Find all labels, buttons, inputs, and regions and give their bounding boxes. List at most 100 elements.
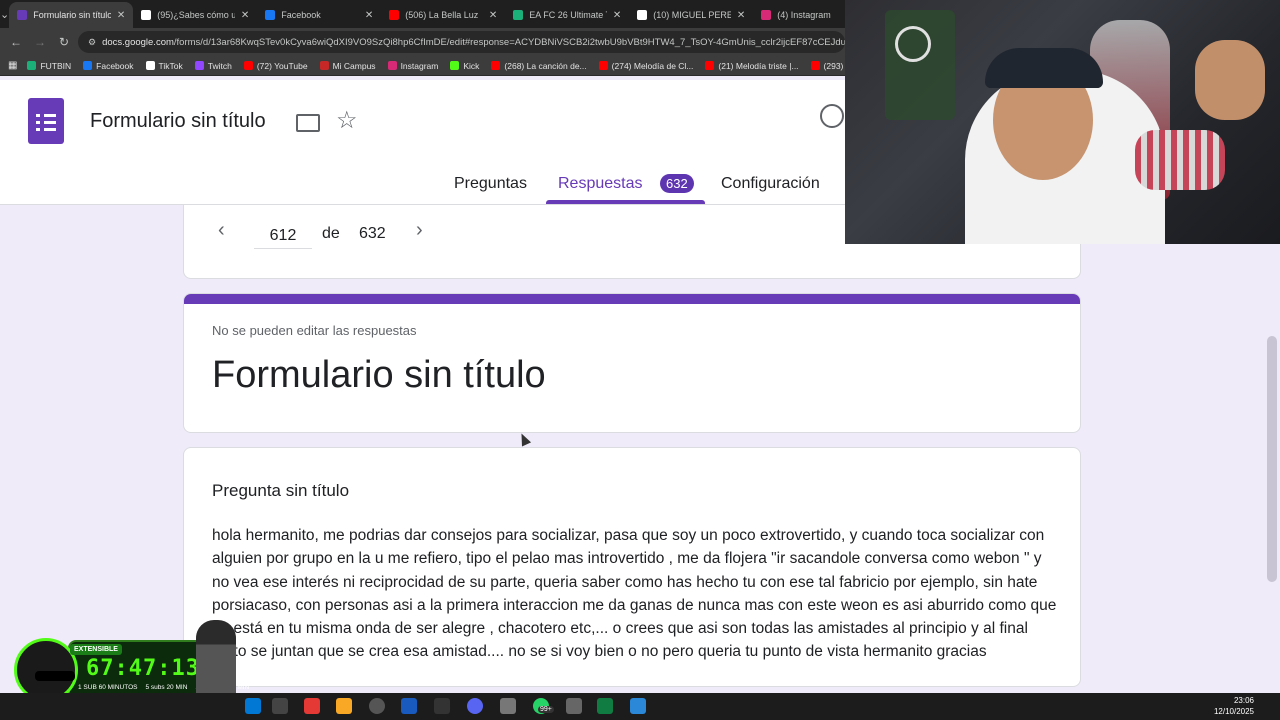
tab-title: Formulario sin título (33, 10, 111, 20)
forms-header: Formulario sin título ☆ Preguntas Respue… (0, 80, 845, 205)
bookmark-favicon-icon (319, 61, 329, 70)
taskbar-clock[interactable]: 23:06 12/10/2025 (1214, 695, 1254, 717)
bookmark-label: Kick (463, 60, 480, 71)
browser-tab-strip: ⌄ Formulario sin título ✕ (95)¿Sabes cómo … (0, 0, 869, 28)
form-title[interactable]: Formulario sin título (90, 110, 266, 133)
tab-responses[interactable]: Respuestas (558, 175, 643, 193)
windows-taskbar: 99+ 23:06 12/10/2025 (0, 693, 1280, 720)
tab-search-icon[interactable]: ⌄ (0, 0, 9, 28)
url-path: /forms/d/13ar68KwqSTev0kCyva6wiQdXI9VO9S… (173, 36, 845, 48)
browser-tab[interactable]: (10) MIGUEL PEREZ ✕ (629, 2, 753, 28)
bookmarks-bar: ▦ FUTBIN Facebook TikTok Twitch (72) YouTube… (0, 56, 845, 76)
discord-icon[interactable] (467, 698, 483, 714)
bookmark-favicon-icon (83, 61, 93, 70)
file-explorer-icon[interactable] (336, 698, 352, 714)
close-tab-icon[interactable]: ✕ (613, 10, 621, 21)
bookmark-label: Mi Campus (332, 60, 376, 71)
bookmark-label: (293) Drag (823, 60, 845, 71)
bookmark-item[interactable]: Mi Campus (319, 60, 376, 71)
tab-favicon-icon (141, 10, 152, 20)
close-tab-icon[interactable]: ✕ (241, 10, 249, 21)
page-scrollbar[interactable] (1267, 336, 1277, 582)
bookmark-favicon-icon (243, 61, 253, 70)
tool-icon[interactable] (500, 698, 516, 714)
star-icon[interactable]: ☆ (336, 106, 358, 135)
previous-response-icon[interactable]: ‹ (218, 219, 225, 242)
bookmark-item[interactable]: (274) Melodía de Cl... (598, 61, 693, 71)
bookmark-favicon-icon (387, 61, 397, 70)
browser-tab[interactable]: Formulario sin título ✕ (9, 2, 134, 28)
tab-questions[interactable]: Preguntas (454, 175, 527, 193)
bookmark-label: TikTok (158, 60, 183, 71)
calculator-icon[interactable] (566, 698, 582, 714)
browser-tab[interactable]: Facebook ✕ (257, 2, 381, 28)
clock-date: 12/10/2025 (1213, 707, 1254, 716)
browser-tab[interactable]: (95)¿Sabes cómo usa ✕ (133, 2, 257, 28)
bookmark-item[interactable]: (268) La canción de... (491, 60, 587, 71)
webcam-overlay (845, 0, 1280, 244)
close-tab-icon[interactable]: ✕ (365, 10, 373, 21)
bookmark-item[interactable]: FUTBIN (27, 61, 71, 71)
bookmarks-list: FUTBIN Facebook TikTok Twitch (72) YouTube Mi… (27, 61, 845, 71)
obs-icon[interactable] (369, 698, 385, 714)
active-tab-indicator (546, 200, 705, 204)
bookmark-label: FUTBIN (40, 60, 72, 71)
app-icon[interactable] (272, 698, 288, 714)
question-card: Pregunta sin título hola hermanito, me p… (183, 447, 1081, 687)
question-answer: hola hermanito, me podrias dar consejos … (212, 527, 1057, 661)
bookmark-item[interactable]: (72) YouTube (243, 60, 308, 71)
response-number-input[interactable] (254, 223, 312, 249)
close-tab-icon[interactable]: ✕ (489, 10, 497, 21)
outlook-icon[interactable] (245, 698, 261, 714)
bookmark-item[interactable]: Twitch (194, 61, 232, 71)
word-icon[interactable] (401, 698, 417, 714)
site-info-icon[interactable]: ⚙ (88, 37, 96, 48)
streamer-cap (985, 48, 1103, 88)
browser-tab[interactable]: EA FC 26 Ultimate Te ✕ (505, 2, 629, 28)
bookmark-label: Instagram (400, 60, 439, 71)
bookmark-item[interactable]: Kick (450, 61, 479, 71)
tab-settings[interactable]: Configuración (721, 175, 820, 193)
form-heading: Formulario sin título (212, 354, 546, 396)
pager-of-label: de (322, 225, 340, 242)
bookmark-item[interactable]: Instagram (387, 60, 439, 71)
snipping-tool-icon[interactable] (630, 698, 646, 714)
timer-stat: 5 subs 20 MIN (145, 684, 188, 691)
bookmark-label: (21) Melodía triste |... (718, 60, 799, 71)
form-title-card: No se pueden editar las respuestas Formu… (183, 293, 1081, 433)
tab-title: Facebook (281, 10, 321, 20)
next-response-icon[interactable]: › (416, 219, 423, 242)
question-title: Pregunta sin título (212, 481, 350, 500)
bookmark-item[interactable]: (21) Melodía triste |... (705, 60, 799, 71)
bookmark-label: (268) La canción de... (504, 60, 587, 71)
folder-icon[interactable] (296, 114, 320, 132)
tab-favicon-icon (17, 10, 28, 20)
reload-icon[interactable]: ↻ (54, 32, 74, 52)
streamer-hand (1195, 40, 1265, 120)
google-forms-logo-icon[interactable] (28, 98, 64, 144)
media-icon[interactable] (304, 698, 320, 714)
apps-icon[interactable]: ▦ (8, 60, 17, 71)
clock-time: 23:06 (1233, 696, 1254, 705)
close-tab-icon[interactable]: ✕ (117, 10, 125, 21)
browser-tab[interactable]: (506) La Bella Luz ✕ (381, 2, 505, 28)
responses-count-badge: 632 (660, 174, 694, 193)
timer-label: EXTENSIBLE (70, 644, 122, 655)
bookmark-item[interactable]: Facebook (83, 61, 134, 71)
tab-favicon-icon (389, 10, 400, 20)
excel-icon[interactable] (597, 698, 613, 714)
bookmark-item[interactable]: TikTok (145, 60, 183, 71)
tab-favicon-icon (513, 10, 524, 20)
bookmark-label: (72) YouTube (256, 60, 308, 71)
close-tab-icon[interactable]: ✕ (737, 10, 745, 21)
palette-icon[interactable] (820, 104, 844, 128)
forward-icon[interactable]: → (30, 32, 50, 52)
capcut-icon[interactable] (434, 698, 450, 714)
tab-title: (506) La Bella Luz (405, 10, 479, 20)
bookmark-favicon-icon (194, 61, 204, 70)
bookmark-item[interactable]: (293) Drag (810, 60, 845, 71)
tab-title: (4) Instagram (777, 10, 831, 20)
back-icon[interactable]: ← (6, 32, 26, 52)
address-bar[interactable]: ⚙ docs.google.com/forms/d/13ar68KwqSTev0… (78, 31, 845, 53)
pager-total: 632 (359, 225, 386, 242)
